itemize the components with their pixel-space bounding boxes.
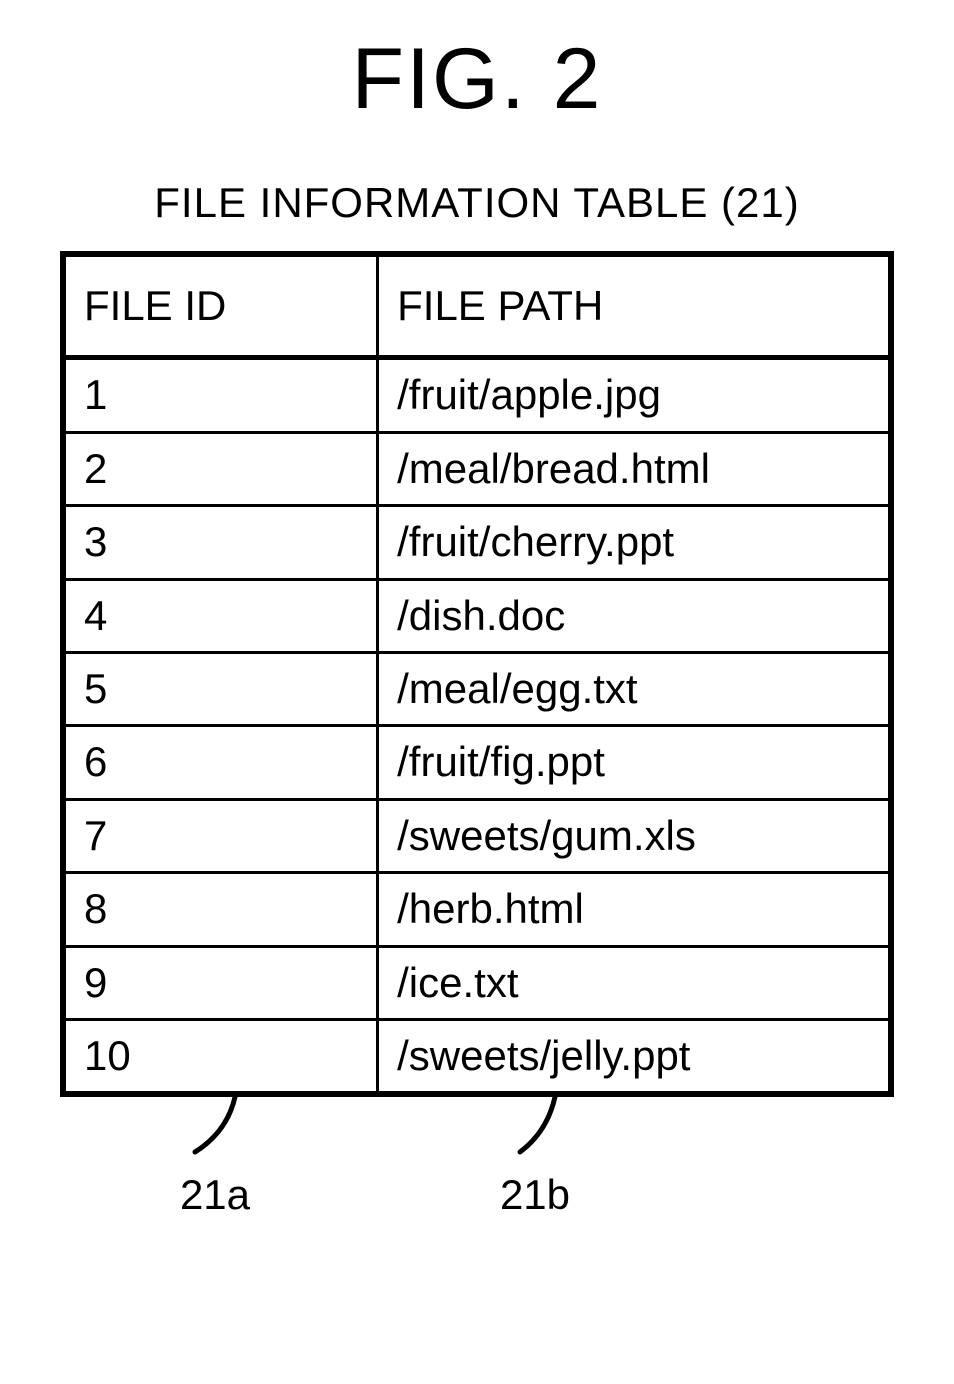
table-row: 2 /meal/bread.html (63, 432, 891, 505)
callout-21b: 21b (475, 1097, 595, 1219)
cell-file-path: /meal/bread.html (378, 432, 891, 505)
cell-file-path: /sweets/gum.xls (378, 799, 891, 872)
table-header-row: FILE ID FILE PATH (63, 254, 891, 358)
cell-file-path: /fruit/fig.ppt (378, 726, 891, 799)
cell-file-id: 9 (63, 946, 378, 1019)
table-row: 4 /dish.doc (63, 579, 891, 652)
table-row: 10 /sweets/jelly.ppt (63, 1019, 891, 1094)
cell-file-path: /ice.txt (378, 946, 891, 1019)
table-row: 1 /fruit/apple.jpg (63, 358, 891, 432)
table-row: 3 /fruit/cherry.ppt (63, 506, 891, 579)
cell-file-path: /herb.html (378, 873, 891, 946)
col-header-file-path: FILE PATH (378, 254, 891, 358)
callout-21a: 21a (155, 1097, 275, 1219)
table-row: 8 /herb.html (63, 873, 891, 946)
table-row: 7 /sweets/gum.xls (63, 799, 891, 872)
cell-file-id: 5 (63, 652, 378, 725)
callout-curve-icon (495, 1097, 575, 1167)
table-row: 5 /meal/egg.txt (63, 652, 891, 725)
cell-file-id: 2 (63, 432, 378, 505)
col-header-file-id: FILE ID (63, 254, 378, 358)
table-row: 9 /ice.txt (63, 946, 891, 1019)
cell-file-path: /sweets/jelly.ppt (378, 1019, 891, 1094)
cell-file-path: /meal/egg.txt (378, 652, 891, 725)
table-title: FILE INFORMATION TABLE (21) (60, 179, 894, 227)
cell-file-id: 4 (63, 579, 378, 652)
callout-curve-icon (175, 1097, 255, 1167)
cell-file-path: /dish.doc (378, 579, 891, 652)
cell-file-id: 1 (63, 358, 378, 432)
table-row: 6 /fruit/fig.ppt (63, 726, 891, 799)
cell-file-id: 10 (63, 1019, 378, 1094)
cell-file-id: 3 (63, 506, 378, 579)
figure-label: FIG. 2 (60, 30, 894, 129)
callout-label-21b: 21b (475, 1171, 595, 1219)
callout-label-21a: 21a (155, 1171, 275, 1219)
file-information-table: FILE ID FILE PATH 1 /fruit/apple.jpg 2 /… (60, 251, 894, 1277)
cell-file-id: 7 (63, 799, 378, 872)
cell-file-id: 8 (63, 873, 378, 946)
cell-file-path: /fruit/apple.jpg (378, 358, 891, 432)
cell-file-path: /fruit/cherry.ppt (378, 506, 891, 579)
cell-file-id: 6 (63, 726, 378, 799)
